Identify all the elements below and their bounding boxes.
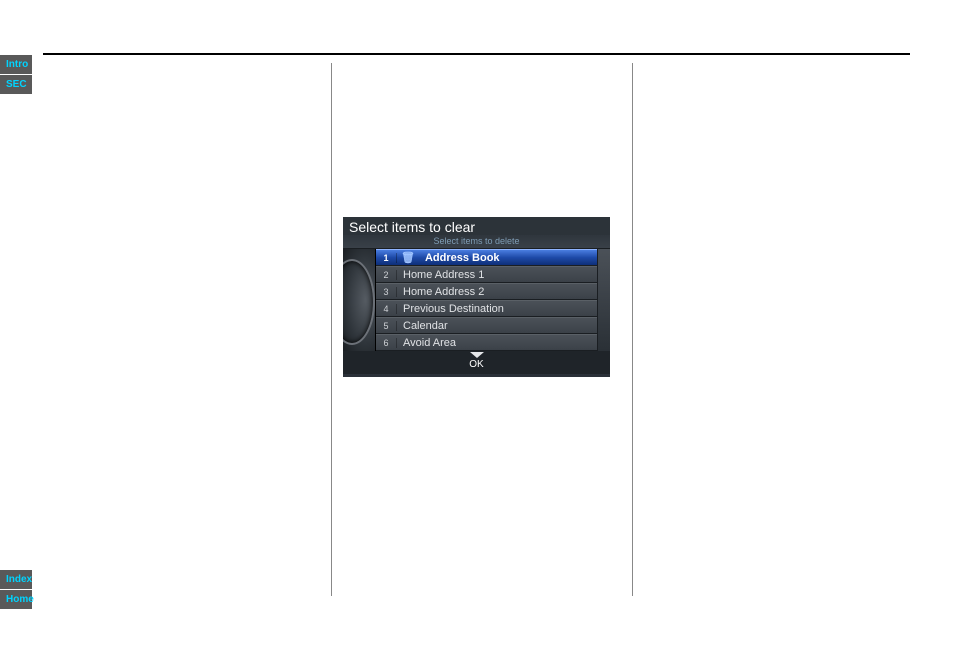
nav-list: 1 🗑 Address Book 2 Home Address 1 3 Home… [376, 249, 597, 351]
nav-item-number: 2 [376, 270, 397, 280]
tab-index[interactable]: Index [0, 570, 32, 589]
trash-icon: 🗑 [397, 251, 419, 264]
nav-item-number: 6 [376, 338, 397, 348]
chevron-down-icon[interactable] [470, 352, 484, 358]
side-tabs: Intro SEC [0, 55, 32, 94]
scrollbar[interactable] [597, 249, 610, 351]
horizontal-rule [43, 53, 910, 55]
nav-item-home-address-2[interactable]: 3 Home Address 2 [376, 283, 597, 300]
nav-item-number: 5 [376, 321, 397, 331]
bottom-tabs: Index Home [0, 570, 32, 609]
nav-subtitle: Select items to delete [343, 235, 610, 249]
nav-body: 1 🗑 Address Book 2 Home Address 1 3 Home… [343, 249, 610, 351]
rotary-dial-icon [343, 249, 376, 351]
nav-item-label: Avoid Area [397, 337, 597, 349]
tab-intro[interactable]: Intro [0, 55, 32, 74]
nav-item-calendar[interactable]: 5 Calendar [376, 317, 597, 334]
tab-sec[interactable]: SEC [0, 75, 32, 94]
tab-home[interactable]: Home [0, 590, 32, 609]
nav-item-label: Calendar [397, 320, 597, 332]
ok-label[interactable]: OK [469, 359, 483, 370]
nav-item-label: Previous Destination [397, 303, 597, 315]
nav-item-number: 3 [376, 287, 397, 297]
nav-item-label: Address Book [419, 252, 597, 264]
nav-screenshot: Select items to clear Select items to de… [343, 217, 610, 377]
nav-title: Select items to clear [343, 217, 610, 235]
nav-item-home-address-1[interactable]: 2 Home Address 1 [376, 266, 597, 283]
nav-item-number: 4 [376, 304, 397, 314]
nav-item-label: Home Address 1 [397, 269, 597, 281]
nav-item-label: Home Address 2 [397, 286, 597, 298]
nav-item-avoid-area[interactable]: 6 Avoid Area [376, 334, 597, 351]
nav-item-previous-destination[interactable]: 4 Previous Destination [376, 300, 597, 317]
nav-footer: OK [343, 351, 610, 374]
nav-item-address-book[interactable]: 1 🗑 Address Book [376, 249, 597, 266]
nav-item-number: 1 [376, 253, 397, 263]
